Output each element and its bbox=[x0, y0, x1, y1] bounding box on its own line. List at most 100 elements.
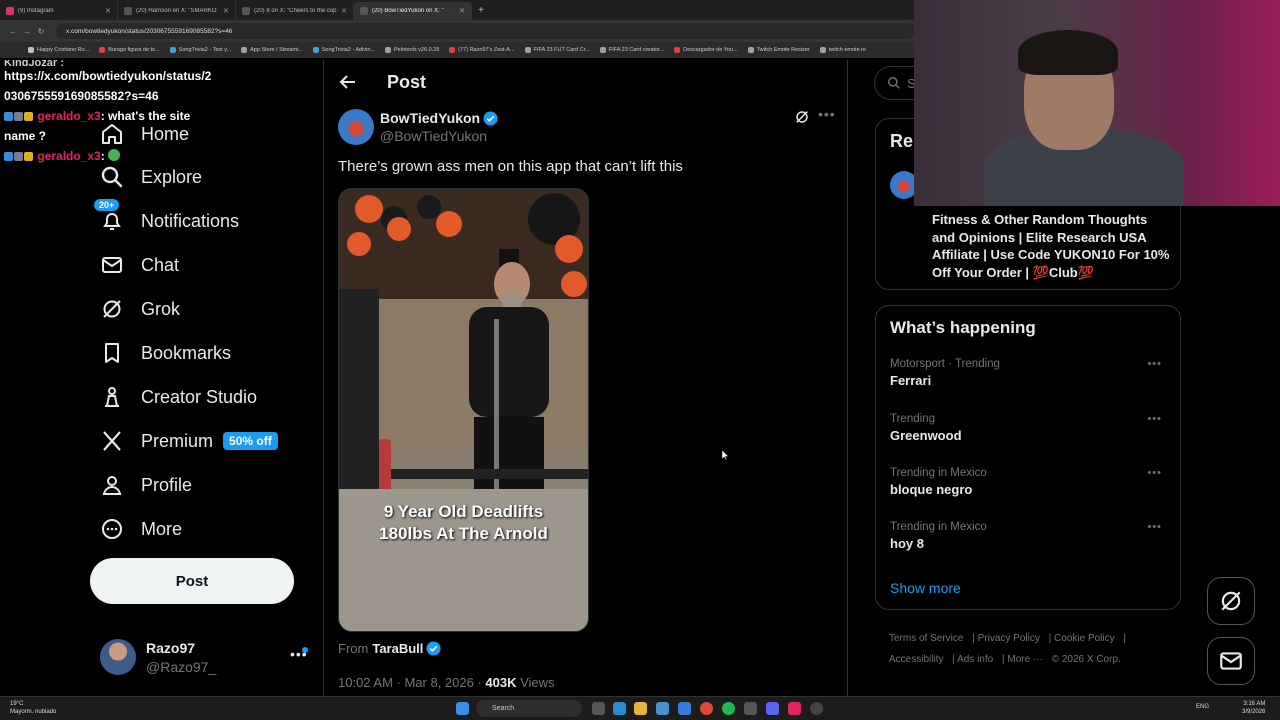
back-arrow-icon[interactable] bbox=[338, 72, 358, 92]
file-explorer-icon[interactable] bbox=[634, 702, 647, 715]
bookmark-label: Peletools v26.0.28 bbox=[394, 47, 440, 53]
reload-icon[interactable]: ↻ bbox=[34, 27, 48, 36]
bookmark-item[interactable]: FIFA 23 FUT Card Cr... bbox=[524, 47, 590, 53]
more-dots-icon[interactable]: ••• bbox=[1147, 413, 1162, 425]
more-dots-icon[interactable]: ••• bbox=[818, 106, 836, 122]
footer-link-more[interactable]: More ··· bbox=[1007, 654, 1043, 665]
input-language[interactable]: ENG bbox=[1196, 704, 1209, 710]
bookmark-item[interactable]: Burago figura de to... bbox=[99, 47, 160, 53]
bookmark-item[interactable]: Peletools v26.0.28 bbox=[385, 47, 439, 53]
mail-app-icon[interactable] bbox=[678, 702, 691, 715]
more-dots-icon[interactable]: ••• bbox=[1147, 467, 1162, 479]
video-frame-illustration bbox=[339, 189, 588, 631]
discord-icon[interactable] bbox=[766, 702, 779, 715]
edge-icon[interactable] bbox=[613, 702, 626, 715]
bookmark-label: App Store / Streami... bbox=[250, 47, 303, 53]
trend-name: Ferrari bbox=[890, 373, 932, 388]
bookmark-item[interactable]: FIFA 23 Card creator... bbox=[599, 47, 665, 53]
spotify-icon[interactable] bbox=[722, 702, 735, 715]
author-avatar[interactable] bbox=[338, 109, 374, 145]
store-icon[interactable] bbox=[656, 702, 669, 715]
author-handle[interactable]: @BowTiedYukon bbox=[380, 128, 487, 144]
source-name[interactable]: TaraBull bbox=[372, 641, 423, 656]
chrome-icon[interactable] bbox=[700, 702, 713, 715]
footer-link-accessibility[interactable]: Accessibility bbox=[889, 654, 943, 665]
nav-chat[interactable]: Chat bbox=[100, 249, 179, 281]
bookmark-icon bbox=[674, 47, 681, 53]
back-arrow-icon[interactable]: ← bbox=[6, 27, 20, 36]
browser-tab-harrison[interactable]: (20) Harrison en X: "SMARKO ✕ bbox=[118, 2, 236, 20]
nav-grok[interactable]: Grok bbox=[100, 293, 180, 325]
bookmark-item[interactable]: Twitch Emote Resizer bbox=[747, 47, 810, 53]
browser-tab-bowtiedyukon[interactable]: (20) BowTiedYukon on X: " ✕ bbox=[354, 2, 472, 20]
footer-link-cookie[interactable]: Cookie Policy bbox=[1054, 633, 1115, 644]
bookmark-item[interactable]: SongTrivia2 - Adivin... bbox=[312, 47, 376, 53]
music-app-icon[interactable] bbox=[788, 702, 801, 715]
bookmark-item[interactable]: (77) Razo97's Zest-A... bbox=[449, 47, 515, 53]
task-view-icon[interactable] bbox=[592, 702, 605, 715]
obs-icon[interactable] bbox=[810, 702, 823, 715]
footer-link-terms[interactable]: Terms of Service bbox=[889, 633, 963, 644]
post-timestamp[interactable]: 10:02 AM · Mar 8, 2026 · bbox=[338, 675, 485, 690]
nav-premium[interactable]: Premium 50% off bbox=[100, 425, 278, 457]
browser-tab-cheers[interactable]: (20) 8 on X: "Cheers to the cop ✕ bbox=[236, 2, 354, 20]
account-switcher[interactable]: Razo97 @Razo97_ ••• bbox=[100, 638, 310, 678]
bookmark-item[interactable]: Happy Cristiano Ro... bbox=[28, 47, 89, 53]
footer-link-ads[interactable]: Ads info bbox=[957, 654, 993, 665]
clock-time: 3:16 AM bbox=[1243, 701, 1266, 707]
trend-item[interactable]: Motorsport · Trending Ferrari ••• bbox=[890, 358, 1170, 402]
verified-badge-icon bbox=[483, 110, 498, 126]
grok-icon[interactable] bbox=[794, 109, 810, 125]
close-tab-icon[interactable]: ✕ bbox=[223, 7, 229, 15]
forward-arrow-icon[interactable]: → bbox=[20, 27, 34, 36]
avatar bbox=[100, 639, 136, 675]
x-logo-icon bbox=[360, 7, 368, 15]
close-tab-icon[interactable]: ✕ bbox=[105, 7, 111, 15]
weather-widget[interactable]: 19°C Mayorm. nublado bbox=[10, 700, 56, 716]
bookmark-item[interactable]: twitch emote re bbox=[819, 47, 866, 53]
creator-studio-icon bbox=[105, 387, 119, 407]
tab-title: (20) 8 on X: "Cheers to the cop bbox=[254, 8, 337, 14]
trend-item[interactable]: Trending in Mexico bloque negro ••• bbox=[890, 467, 1170, 511]
bookmark-item[interactable]: App Store / Streami... bbox=[241, 47, 303, 53]
chat-badge-icon bbox=[24, 152, 33, 161]
author-name[interactable]: BowTiedYukon bbox=[380, 110, 498, 126]
windows-start-icon[interactable] bbox=[456, 702, 469, 715]
mail-icon bbox=[102, 257, 122, 273]
close-tab-icon[interactable]: ✕ bbox=[341, 7, 347, 15]
messages-floating-button[interactable] bbox=[1207, 637, 1255, 685]
nav-profile[interactable]: Profile bbox=[100, 469, 192, 501]
close-tab-icon[interactable]: ✕ bbox=[459, 7, 465, 15]
premium-discount-badge: 50% off bbox=[223, 432, 278, 450]
trend-item[interactable]: Trending Greenwood ••• bbox=[890, 413, 1170, 457]
nav-notifications[interactable]: 20+ Notifications bbox=[94, 199, 240, 237]
grok-floating-button[interactable] bbox=[1207, 577, 1255, 625]
author-name-text: BowTiedYukon bbox=[380, 110, 481, 126]
taskbar-search[interactable]: Search bbox=[476, 700, 582, 717]
bookmark-icon bbox=[819, 47, 826, 53]
nav-bookmarks[interactable]: Bookmarks bbox=[100, 337, 231, 369]
url-input[interactable]: x.com/bowtiedyukon/status/20306755591690… bbox=[56, 23, 916, 39]
bookmark-item[interactable]: SongTrivia2 - Test y... bbox=[169, 47, 231, 53]
windows-taskbar: 19°C Mayorm. nublado Search ENG 3:16 AM … bbox=[0, 696, 1280, 720]
new-tab-icon[interactable]: + bbox=[478, 5, 484, 16]
bookmark-label: FIFA 23 Card creator... bbox=[608, 47, 665, 53]
more-dots-icon[interactable]: ••• bbox=[1147, 521, 1162, 533]
nav-more[interactable]: More bbox=[100, 513, 182, 545]
bookmark-item[interactable]: Descargador de You... bbox=[674, 47, 738, 53]
nav-notifications-label: Notifications bbox=[141, 210, 240, 231]
browser-tab-instagram[interactable]: (9) Instagram ✕ bbox=[0, 2, 118, 20]
views-label: Views bbox=[516, 675, 555, 690]
app-icon[interactable] bbox=[744, 702, 757, 715]
show-more-link[interactable]: Show more bbox=[890, 580, 961, 596]
post-video[interactable]: 9 Year Old Deadlifts 180lbs At The Arnol… bbox=[338, 188, 589, 632]
trend-item[interactable]: Trending in Mexico hoy 8 ••• bbox=[890, 521, 1170, 565]
post-button[interactable]: Post bbox=[90, 558, 294, 604]
system-clock[interactable]: 3:16 AM 3/9/2026 bbox=[1242, 700, 1265, 716]
bookmark-icon bbox=[747, 47, 754, 53]
nav-creator-studio[interactable]: Creator Studio bbox=[100, 381, 257, 413]
footer-link-privacy[interactable]: Privacy Policy bbox=[978, 633, 1040, 644]
bookmark-label: SongTrivia2 - Adivin... bbox=[321, 47, 376, 53]
more-dots-icon[interactable]: ••• bbox=[1147, 358, 1162, 370]
bookmark-icon bbox=[169, 47, 176, 53]
